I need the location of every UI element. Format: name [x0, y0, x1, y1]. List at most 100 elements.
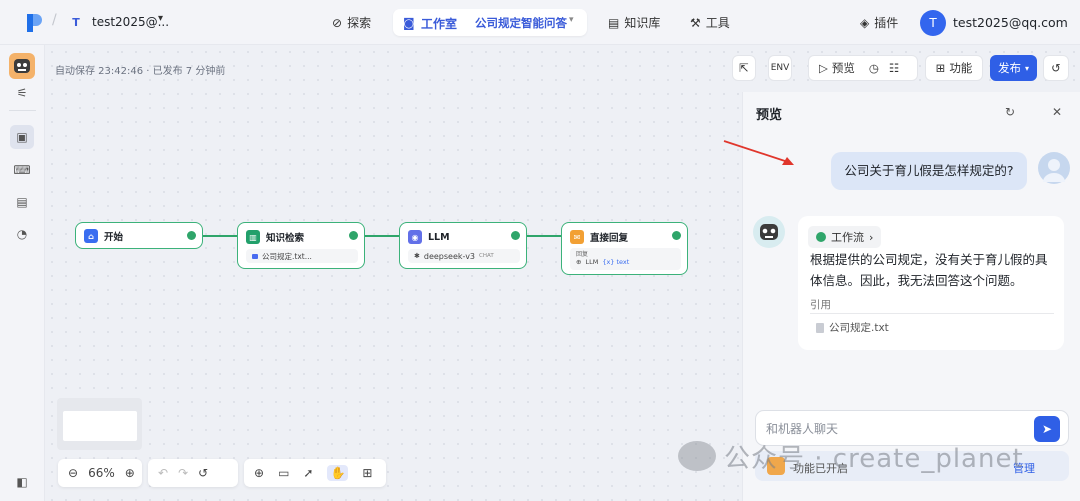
- minimap[interactable]: [57, 398, 142, 450]
- model-name: deepseek-v3: [423, 251, 476, 261]
- orchestrate-icon[interactable]: ▣: [10, 125, 34, 149]
- workflow-status-tag[interactable]: 工作流 ›: [808, 226, 882, 248]
- bot-avatar: [753, 216, 785, 248]
- add-note-icon[interactable]: ▭: [278, 466, 289, 480]
- node-title: 直接回复: [590, 233, 629, 244]
- home-icon: ⌂: [84, 229, 98, 243]
- chevron-down-icon[interactable]: ▾: [158, 13, 163, 24]
- reply-icon: ✉: [570, 230, 584, 244]
- bot-message-bubble: 工作流 › 根据提供的公司规定，没有关于育儿假的具体信息。因此，我无法回答这个问…: [798, 216, 1064, 350]
- node-knowledge-retrieval[interactable]: ▥ 知识检索 公司规定.txt...: [237, 222, 365, 269]
- nav-plugins-label: 插件: [874, 16, 899, 30]
- chevron-down-icon: ▾: [1024, 63, 1029, 73]
- left-sidebar: ⚟ ▣ ⌨ ▤ ◔ ◧: [0, 45, 45, 501]
- nav-knowledge[interactable]: ▤ 知识库: [608, 14, 660, 31]
- monitor-gauge-icon[interactable]: ◔: [10, 222, 34, 246]
- nav-explore[interactable]: ⊘ 探索: [332, 14, 371, 31]
- folder-icon: [252, 253, 258, 259]
- play-icon[interactable]: ▷: [819, 61, 828, 75]
- user-avatar: [1038, 152, 1070, 184]
- add-node-icon[interactable]: ⊕: [254, 466, 264, 480]
- dataset-name: 公司规定.txt...: [262, 251, 312, 261]
- logs-icon[interactable]: ▤: [10, 190, 34, 214]
- divider: [9, 110, 36, 111]
- node-direct-answer[interactable]: ✉ 直接回复 回复 ⊕ LLM {x} text: [561, 222, 688, 275]
- history-icon[interactable]: ↺: [1043, 55, 1069, 81]
- current-app-name[interactable]: 公司规定智能问答: [475, 15, 567, 31]
- citation-item[interactable]: 公司规定.txt: [816, 320, 889, 335]
- user-avatar[interactable]: T: [920, 10, 946, 36]
- workflow-tag-label: 工作流: [831, 231, 864, 244]
- bot-message-text: 根据提供的公司规定，没有关于育儿假的具体信息。因此，我无法回答这个问题。: [810, 252, 1048, 288]
- chevron-right-icon: ›: [869, 230, 874, 244]
- history-controls: ↶ ↷ ↺: [148, 459, 238, 487]
- checklist-icon[interactable]: ◷: [869, 61, 879, 75]
- node-start[interactable]: ⌂ 开始: [75, 222, 203, 249]
- send-button[interactable]: ➤: [1034, 416, 1060, 442]
- watermark: 公众号 · create_planet: [678, 436, 1024, 476]
- zoom-level[interactable]: 66%: [88, 466, 115, 480]
- share-icon[interactable]: ⇱: [732, 55, 756, 81]
- file-icon: [816, 322, 824, 333]
- features-icon: ⊞: [935, 61, 946, 75]
- organize-icon[interactable]: ⊞: [362, 466, 372, 480]
- nav-explore-label: 探索: [347, 16, 372, 30]
- sidebar-toggle-icon[interactable]: ◧: [10, 470, 34, 494]
- zoom-out-icon[interactable]: ⊖: [68, 466, 78, 480]
- chevron-down-icon[interactable]: ▾: [569, 15, 574, 25]
- preview-button-label[interactable]: 预览: [832, 60, 855, 76]
- hammer-icon: ⚒: [690, 15, 701, 30]
- features-button[interactable]: ⊞ 功能: [925, 55, 983, 81]
- preview-title: 预览: [756, 108, 783, 123]
- divider: [465, 14, 466, 30]
- close-icon[interactable]: ✕: [1052, 105, 1062, 119]
- knowledge-icon: ▥: [246, 230, 260, 244]
- pointer-icon[interactable]: ➚: [303, 466, 313, 480]
- list-check-icon[interactable]: ☷: [889, 61, 899, 75]
- settings-sliders-icon[interactable]: ⚟: [10, 81, 34, 105]
- nav-tools[interactable]: ⚒ 工具: [690, 14, 730, 31]
- llm-brain-icon: ◉: [408, 230, 422, 244]
- bot-face-icon: [760, 224, 778, 240]
- answer-label: 回复: [576, 251, 589, 258]
- node-header: ▥ 知识检索: [246, 230, 304, 244]
- publish-label: 发布: [997, 61, 1021, 75]
- send-icon: ➤: [1041, 422, 1053, 436]
- workflow-edge: [365, 235, 399, 237]
- divider: [810, 313, 1054, 314]
- node-header: ✉ 直接回复: [570, 230, 628, 244]
- env-vars-icon[interactable]: ENV: [768, 55, 792, 81]
- nav-plugins[interactable]: ◈ 插件: [860, 14, 898, 31]
- var-name: {x} text: [602, 258, 630, 266]
- workflow-edge: [203, 235, 237, 237]
- minimap-viewport: [63, 411, 137, 441]
- book-icon: ▤: [608, 15, 620, 30]
- zoom-in-icon[interactable]: ⊕: [125, 466, 135, 480]
- user-silhouette-icon: [1043, 159, 1065, 182]
- node-llm[interactable]: ◉ LLM ✱ deepseek-v3 CHAT: [399, 222, 527, 269]
- version-history-icon[interactable]: ↺: [198, 466, 208, 480]
- undo-icon[interactable]: ↶: [158, 466, 168, 480]
- app-avatar[interactable]: [9, 53, 35, 79]
- refresh-icon[interactable]: ↻: [1005, 105, 1015, 119]
- bot-face-icon: [14, 59, 30, 73]
- robot-icon: ◙: [403, 16, 415, 30]
- node-model-ref: ✱ deepseek-v3 CHAT: [408, 249, 520, 263]
- model-type-tag: CHAT: [479, 253, 494, 259]
- citation-label: 引用: [810, 299, 831, 311]
- hand-icon[interactable]: ✋: [327, 465, 349, 481]
- wechat-icon: [678, 441, 716, 471]
- node-header: ◉ LLM: [408, 230, 450, 244]
- preview-button-group: ▷ 预览 ◷ ☷: [808, 55, 918, 81]
- workspace-badge[interactable]: T: [66, 13, 86, 33]
- breadcrumb-separator: /: [52, 12, 57, 28]
- redo-icon[interactable]: ↷: [178, 466, 188, 480]
- nav-tools-label: 工具: [705, 16, 730, 30]
- nav-studio-label[interactable]: 工作室: [421, 15, 457, 32]
- user-email[interactable]: test2025@qq.com: [953, 15, 1068, 30]
- dify-logo-icon[interactable]: [26, 13, 42, 33]
- api-terminal-icon[interactable]: ⌨: [10, 158, 34, 182]
- success-check-icon: [511, 231, 520, 240]
- nav-studio-pill[interactable]: ◙ 工作室 公司规定智能问答 ▾: [393, 9, 587, 36]
- publish-button[interactable]: 发布 ▾: [990, 55, 1037, 81]
